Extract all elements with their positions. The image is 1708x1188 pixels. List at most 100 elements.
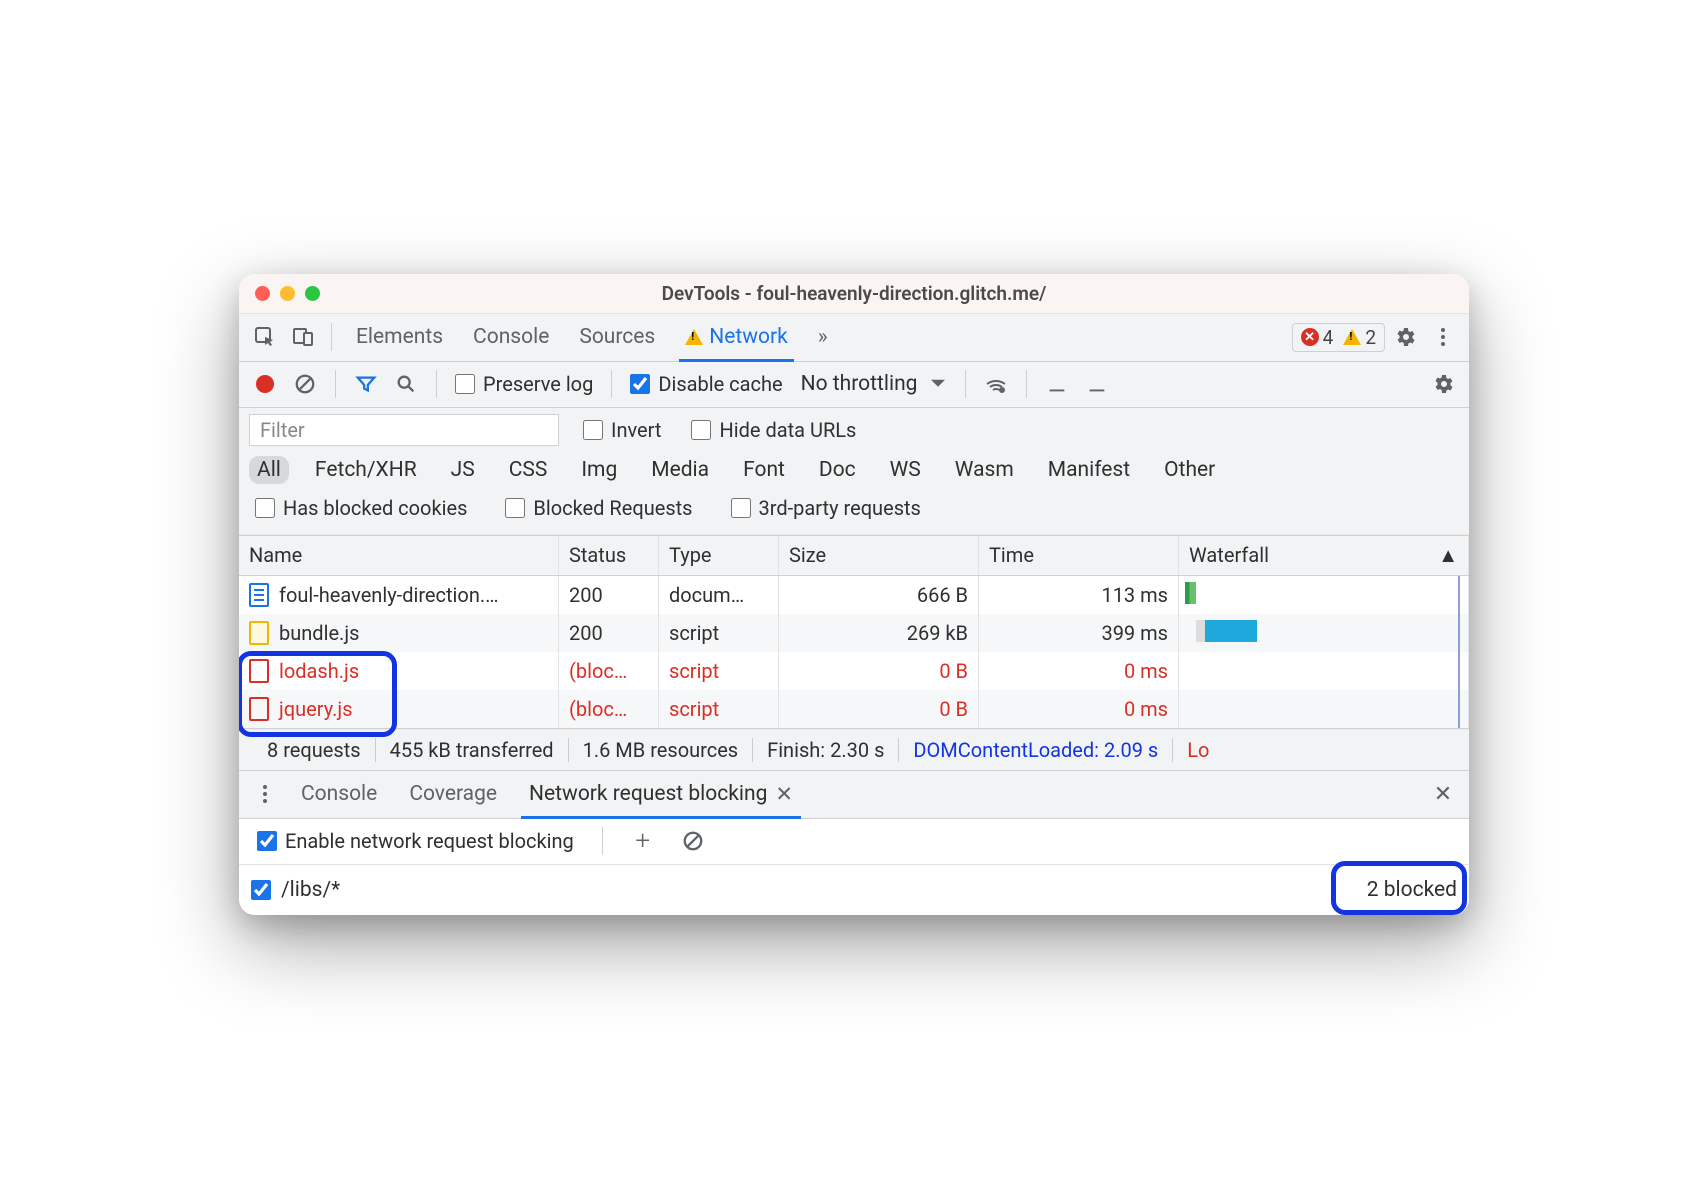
invert-checkbox[interactable]: Invert <box>577 418 667 442</box>
drawer-tab-blocking[interactable]: Network request blocking ✕ <box>515 771 807 818</box>
cell-size: 269 kB <box>779 614 979 652</box>
tab-elements[interactable]: Elements <box>342 314 457 361</box>
blocked-cookies-input[interactable] <box>255 498 275 518</box>
inspect-element-icon[interactable] <box>247 319 283 355</box>
col-type[interactable]: Type <box>659 536 779 575</box>
blocked-requests-checkbox[interactable]: Blocked Requests <box>499 496 698 520</box>
cell-type: docum… <box>659 576 779 614</box>
network-toolbar: Preserve log Disable cache No throttling <box>239 362 1469 408</box>
tab-console[interactable]: Console <box>459 314 563 361</box>
blocked-count: 2 blocked <box>1367 878 1457 902</box>
close-tab-icon[interactable]: ✕ <box>775 782 793 807</box>
type-filter-js[interactable]: JS <box>443 456 483 484</box>
tab-network[interactable]: Network <box>671 314 802 361</box>
more-tabs-button[interactable]: » <box>804 314 842 361</box>
invert-input[interactable] <box>583 420 603 440</box>
col-name[interactable]: Name <box>239 536 559 575</box>
doc-file-icon <box>249 583 269 607</box>
preserve-log-input[interactable] <box>455 374 475 394</box>
third-party-checkbox[interactable]: 3rd-party requests <box>725 496 927 520</box>
js-file-icon <box>249 621 269 645</box>
drawer-tab-coverage[interactable]: Coverage <box>395 771 511 818</box>
summary-resources: 1.6 MB resources <box>569 738 754 762</box>
type-filter-all[interactable]: All <box>249 456 289 484</box>
type-filter-font[interactable]: Font <box>735 456 793 484</box>
summary-domcontentloaded: DOMContentLoaded: 2.09 s <box>899 738 1173 762</box>
hide-data-input[interactable] <box>691 420 711 440</box>
search-icon[interactable] <box>388 366 424 402</box>
blocked-requests-input[interactable] <box>505 498 525 518</box>
close-drawer-icon[interactable]: ✕ <box>1425 776 1461 812</box>
cell-status: 200 <box>559 614 659 652</box>
has-blocked-cookies-checkbox[interactable]: Has blocked cookies <box>249 496 473 520</box>
hide-data-urls-checkbox[interactable]: Hide data URLs <box>685 418 862 442</box>
chevrons-icon: » <box>818 325 828 349</box>
preserve-log-label: Preserve log <box>483 372 593 396</box>
table-row[interactable]: foul-heavenly-direction.…200docum…666 B1… <box>239 576 1469 614</box>
disable-cache-checkbox[interactable]: Disable cache <box>624 372 788 396</box>
summary-requests: 8 requests <box>253 738 376 762</box>
type-filter-css[interactable]: CSS <box>501 456 556 484</box>
tab-sources[interactable]: Sources <box>565 314 669 361</box>
enable-blocking-checkbox[interactable]: Enable network request blocking <box>251 829 580 853</box>
tab-label: Console <box>473 325 549 349</box>
blocking-pattern-row[interactable]: /libs/* 2 blocked <box>239 865 1469 915</box>
device-toolbar-icon[interactable] <box>285 319 321 355</box>
col-status[interactable]: Status <box>559 536 659 575</box>
remove-all-patterns-icon[interactable] <box>675 823 711 859</box>
table-row[interactable]: lodash.js(bloc…script0 B0 ms <box>239 652 1469 690</box>
zoom-window-button[interactable] <box>305 286 320 301</box>
network-conditions-icon[interactable] <box>978 366 1014 402</box>
chevron-down-icon <box>931 377 945 391</box>
settings-icon[interactable] <box>1387 319 1423 355</box>
invert-label: Invert <box>611 418 661 442</box>
table-row[interactable]: jquery.js(bloc…script0 B0 ms <box>239 690 1469 728</box>
error-icon: ✕ <box>1301 328 1319 346</box>
drawer: Console Coverage Network request blockin… <box>239 770 1469 915</box>
type-filter-img[interactable]: Img <box>573 456 625 484</box>
add-pattern-icon[interactable]: + <box>625 823 661 859</box>
cell-type: script <box>659 652 779 690</box>
type-filter-ws[interactable]: WS <box>882 456 929 484</box>
drawer-kebab-icon[interactable] <box>247 776 283 812</box>
record-button[interactable] <box>247 366 283 402</box>
filter-input[interactable]: Filter <box>249 414 559 446</box>
cell-name: foul-heavenly-direction.… <box>239 576 559 614</box>
warning-icon <box>685 329 703 345</box>
tab-label: Elements <box>356 325 443 349</box>
col-waterfall[interactable]: Waterfall ▲ <box>1179 536 1469 575</box>
main-tabstrip: Elements Console Sources Network » ✕ 4 2 <box>239 314 1469 362</box>
panel-settings-icon[interactable] <box>1425 366 1461 402</box>
close-window-button[interactable] <box>255 286 270 301</box>
clear-button[interactable] <box>287 366 323 402</box>
hide-data-label: Hide data URLs <box>719 418 856 442</box>
drawer-tabstrip: Console Coverage Network request blockin… <box>239 771 1469 819</box>
filter-toggle-icon[interactable] <box>348 366 384 402</box>
type-filter-manifest[interactable]: Manifest <box>1040 456 1138 484</box>
cell-waterfall <box>1179 576 1469 614</box>
type-filter-media[interactable]: Media <box>643 456 717 484</box>
col-time[interactable]: Time <box>979 536 1179 575</box>
type-filter-other[interactable]: Other <box>1156 456 1223 484</box>
minimize-window-button[interactable] <box>280 286 295 301</box>
issues-badge[interactable]: ✕ 4 2 <box>1292 323 1385 352</box>
js-red-file-icon <box>249 659 269 683</box>
import-har-icon[interactable] <box>1039 366 1075 402</box>
enable-blocking-input[interactable] <box>257 831 277 851</box>
preserve-log-checkbox[interactable]: Preserve log <box>449 372 599 396</box>
type-filter-doc[interactable]: Doc <box>811 456 864 484</box>
pattern-enabled-checkbox[interactable] <box>251 880 271 900</box>
type-filter-wasm[interactable]: Wasm <box>947 456 1022 484</box>
table-row[interactable]: bundle.js200script269 kB399 ms <box>239 614 1469 652</box>
disable-cache-input[interactable] <box>630 374 650 394</box>
kebab-menu-icon[interactable] <box>1425 319 1461 355</box>
third-party-input[interactable] <box>731 498 751 518</box>
export-har-icon[interactable] <box>1079 366 1115 402</box>
type-filter-fetchxhr[interactable]: Fetch/XHR <box>307 456 425 484</box>
drawer-tab-console[interactable]: Console <box>287 771 391 818</box>
col-size[interactable]: Size <box>779 536 979 575</box>
separator <box>965 370 966 398</box>
throttling-select[interactable]: No throttling <box>793 372 954 396</box>
cell-status: (bloc… <box>559 690 659 728</box>
cell-status: (bloc… <box>559 652 659 690</box>
